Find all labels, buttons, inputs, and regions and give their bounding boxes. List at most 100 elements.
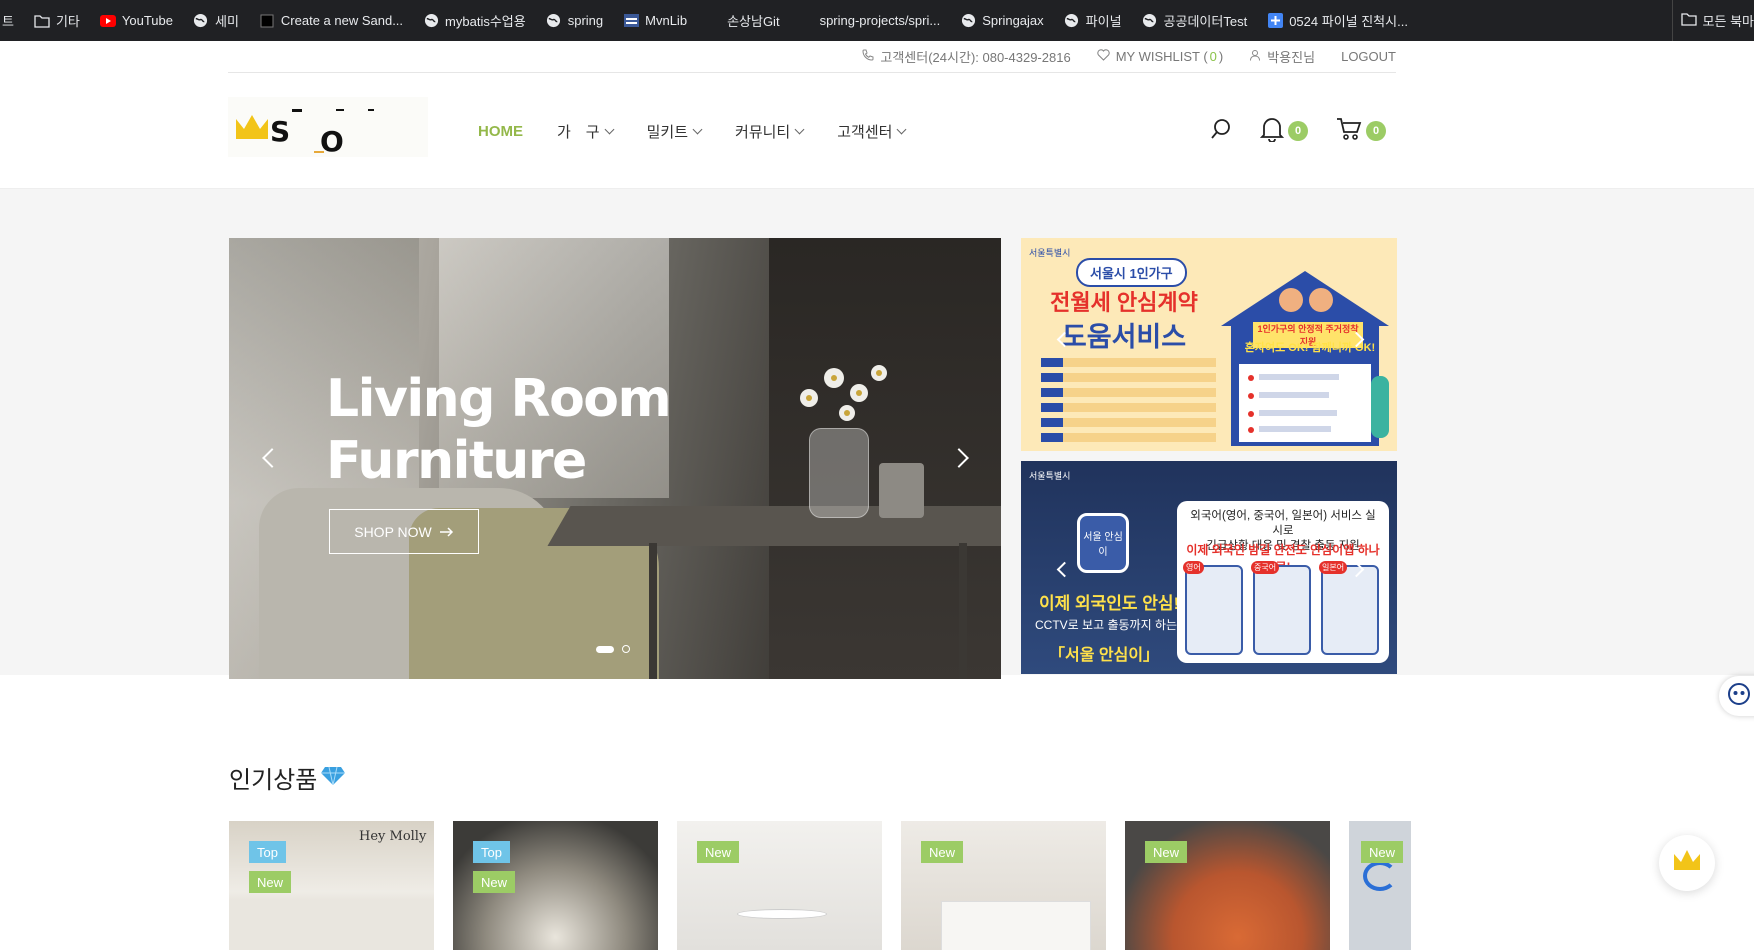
bookmark-label: MvnLib <box>645 13 688 28</box>
shop-now-label: SHOP NOW <box>354 523 432 540</box>
notification-button[interactable]: 0 <box>1259 116 1308 147</box>
crown-icon <box>1672 848 1702 879</box>
hero-image-table <box>547 506 1001 546</box>
bookmark-spring[interactable]: spring <box>536 0 613 41</box>
bookmark-label: 세미 <box>214 14 239 29</box>
nav-home[interactable]: HOME <box>478 123 523 140</box>
bookmark-git[interactable]: 손상남Git <box>697 0 790 41</box>
chevron-down-icon <box>794 124 805 134</box>
service-center-text: 고객센터(24시간): 080-4329-2816 <box>880 50 1071 65</box>
bookmark-progress[interactable]: 0524 파이널 진척시... <box>1257 0 1418 41</box>
logo-icon: S O <box>236 109 374 158</box>
nav-community[interactable]: 커뮤니티 <box>735 121 805 142</box>
new-tag: New <box>921 841 964 863</box>
bookmarks-bar: 트 기타 YouTube 세미 Create a new Sand... myb… <box>0 0 1754 41</box>
nav-furniture[interactable]: 가 구 <box>557 121 615 142</box>
slider-dot-active[interactable] <box>596 645 614 653</box>
bookmark-springajax[interactable]: Springajax <box>950 0 1053 41</box>
bookmark-semi[interactable]: 세미 <box>183 0 249 41</box>
diamond-icon <box>321 764 346 792</box>
top-tag: Top <box>249 841 286 863</box>
phone-screenshot: 영어 <box>1183 561 1243 655</box>
bookmark-spring-projects[interactable]: spring-projects/spri... <box>790 0 951 41</box>
product-image-cabinet <box>941 901 1091 950</box>
all-bookmarks[interactable]: 모든 북마 <box>1671 0 1754 41</box>
banner-prev-arrow[interactable] <box>1056 561 1073 578</box>
product-image-table <box>737 909 827 919</box>
youtube-icon <box>99 13 116 29</box>
page-icon <box>259 13 275 29</box>
folder-icon <box>1680 12 1697 29</box>
shop-now-button[interactable]: SHOP NOW <box>329 509 479 554</box>
site-logo[interactable]: S O <box>228 97 428 158</box>
chevron-down-icon <box>604 124 615 134</box>
bookmark-mvnlib[interactable]: MvnLib <box>613 0 697 41</box>
utility-bar: 고객센터(24시간): 080-4329-2816 MY WISHLIST ( … <box>228 41 1396 73</box>
side-banner-safety-app[interactable]: 서울특별시 서울 안심이 이제 외국인도 안심! CCTV로 보고 출동까지 하… <box>1021 461 1397 674</box>
chevron-down-icon <box>692 124 703 134</box>
banner-card-line: 외국어(영어, 중국어, 일본어) 서비스 실시로 <box>1190 510 1376 537</box>
search-button[interactable] <box>1210 118 1232 145</box>
arrow-right-icon <box>439 524 454 540</box>
bookmark-folder-etc[interactable]: 기타 <box>24 0 90 41</box>
product-image-bed <box>229 901 434 950</box>
nav-furniture-label: 가 구 <box>557 123 600 141</box>
banner-info-list <box>1041 358 1216 448</box>
wishlist-link[interactable]: MY WISHLIST ( 0 ) <box>1097 49 1223 64</box>
product-card[interactable]: New <box>1349 821 1411 950</box>
bookmark-label: spring-projects/spri... <box>819 13 941 28</box>
globe-icon <box>423 13 439 29</box>
slider-dot[interactable] <box>622 645 630 653</box>
hero-title-line: Living Room <box>326 369 672 429</box>
flower-image <box>800 365 887 421</box>
hero-title-line: Furniture <box>326 431 587 491</box>
banner-headline-line: 도움서비스 <box>1061 322 1187 352</box>
bookmark-item[interactable]: 트 <box>0 0 24 41</box>
user-icon <box>1249 49 1261 64</box>
banner-headline-line: 전월세 안심계약 <box>1050 290 1198 315</box>
new-tag: New <box>249 871 292 893</box>
bell-icon <box>1259 116 1285 147</box>
bookmark-youtube[interactable]: YouTube <box>90 0 183 41</box>
globe-icon <box>1142 13 1158 29</box>
product-card[interactable]: New <box>901 821 1106 950</box>
service-center: 고객센터(24시간): 080-4329-2816 <box>862 47 1071 66</box>
slider-pagination <box>596 645 630 653</box>
bookmark-label: Springajax <box>982 13 1044 28</box>
nav-support[interactable]: 고객센터 <box>837 121 907 142</box>
side-banner-housing[interactable]: 서울특별시 서울시 1인가구 전월세 안심계약 도움서비스 1인가구의 안정적 … <box>1021 238 1397 451</box>
user-link[interactable]: 박용진님 <box>1249 47 1315 66</box>
bookmark-label: 파이널 <box>1085 14 1122 29</box>
plus-doc-icon <box>1267 13 1283 29</box>
logout-link[interactable]: LOGOUT <box>1341 49 1396 64</box>
phone-screenshot: 일본어 <box>1319 561 1379 655</box>
product-card[interactable]: New <box>677 821 882 950</box>
bookmark-final[interactable]: 파이널 <box>1054 0 1132 41</box>
section-title-text: 인기상품 <box>229 767 318 794</box>
bookmark-sandbox[interactable]: Create a new Sand... <box>249 0 413 41</box>
vase-image <box>809 428 869 518</box>
user-name: 박용진님 <box>1267 50 1316 65</box>
bookmark-mybatis[interactable]: mybatis수업용 <box>413 0 536 41</box>
hero-title: Living Room Furniture <box>326 368 672 492</box>
product-card[interactable]: Hey Molly Top New <box>229 821 434 950</box>
lang-badge: 중국어 <box>1251 561 1280 574</box>
bookmark-label: 0524 파이널 진척시... <box>1289 14 1408 29</box>
cart-button[interactable]: 0 <box>1336 117 1386 146</box>
chevron-down-icon <box>896 124 907 134</box>
chatbot-button[interactable] <box>1719 676 1754 716</box>
product-card[interactable]: New <box>1125 821 1330 950</box>
nav-mealkit[interactable]: 밀키트 <box>647 121 703 142</box>
bookmark-public-data[interactable]: 공공데이터Test <box>1132 0 1258 41</box>
product-card[interactable]: Top New <box>453 821 658 950</box>
globe-icon <box>1064 13 1080 29</box>
floating-crown-button[interactable] <box>1659 835 1715 891</box>
site-header: S O HOME 가 구 밀키트 커뮤니티 고객센터 0 0 <box>0 73 1754 189</box>
bookmark-label: 손상남Git <box>727 14 780 29</box>
phone-screenshot: 중국어 <box>1251 561 1311 655</box>
bookmark-label: 트 <box>2 14 14 29</box>
cup-image <box>879 463 924 518</box>
cart-badge: 0 <box>1366 121 1386 141</box>
bookmark-label: 공공데이터Test <box>1163 14 1248 29</box>
hero-image-table-leg <box>649 543 657 679</box>
